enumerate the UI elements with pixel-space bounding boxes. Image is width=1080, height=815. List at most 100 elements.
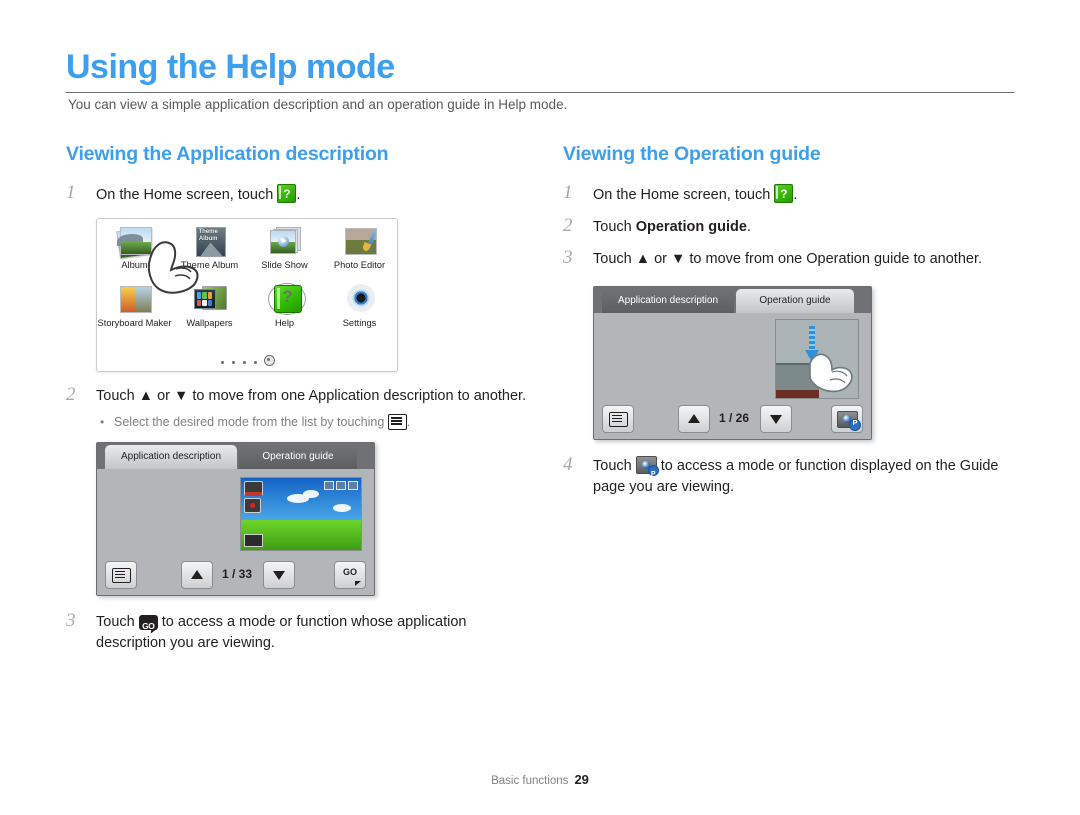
app-item-photo-editor[interactable]: Photo Editor [322, 227, 397, 271]
step-number: 2 [66, 384, 76, 405]
app-item-slide-show[interactable]: Slide Show [247, 227, 322, 271]
device-list-button[interactable] [602, 405, 634, 433]
section-heading-operation-guide: Viewing the Operation guide [563, 143, 821, 165]
sub-bullet-text: Select the desired mode from the list by… [114, 415, 385, 429]
app-label: Wallpapers [186, 318, 233, 328]
device-tab-bar: Application description Operation guide [594, 287, 871, 313]
step-number: 4 [563, 454, 573, 475]
device-list-button[interactable] [105, 561, 137, 589]
device-go-button[interactable]: GO [334, 561, 366, 589]
app-row-2: Storyboard Maker Wallpapers Help [97, 282, 397, 329]
tab-operation-guide[interactable]: Operation guide [239, 445, 357, 469]
section-heading-application-description: Viewing the Application description [66, 143, 389, 165]
device-body: 1 / 26 [594, 313, 871, 439]
tab-application-description[interactable]: Application description [602, 289, 734, 313]
step-3-right: 3 Touch ▲ or ▼ to move from one Operatio… [563, 247, 1033, 270]
app-item-album[interactable]: Album [97, 226, 172, 271]
left-column: Viewing the Application description 1 On… [66, 143, 536, 665]
app-label: Theme Album [180, 260, 239, 270]
theme-album-icon: Theme Album [193, 227, 227, 257]
page-intro: You can view a simple application descri… [68, 97, 568, 112]
wallpapers-icon [193, 285, 227, 315]
tab-application-description[interactable]: Application description [105, 445, 237, 469]
list-icon [387, 414, 407, 430]
step-text: On the Home screen, touch [96, 187, 274, 203]
app-label: Settings [342, 318, 377, 328]
hand-icon [809, 353, 853, 393]
device-up-button[interactable] [678, 405, 710, 433]
step-text: Touch [96, 614, 135, 630]
step-text-after: . [296, 187, 301, 203]
step-number: 3 [66, 610, 76, 631]
device-body: 1 / 33 GO [97, 469, 374, 595]
device-bottom-bar: 1 / 26 [594, 399, 871, 439]
step-number: 3 [563, 247, 573, 268]
album-icon [115, 226, 152, 260]
step-1-right: 1 On the Home screen, touch . [563, 182, 1033, 206]
page-footer: Basic functions 29 [0, 772, 1080, 787]
page-indicator: 1 / 26 [718, 411, 750, 425]
right-column: Viewing the Operation guide 1 On the Hom… [563, 143, 1033, 509]
device-screen-operation-guide: Application description Operation guide [593, 286, 872, 440]
app-grid: Album Theme Album Theme Album Slide Show… [97, 226, 397, 329]
operation-guide-illustration [775, 319, 859, 399]
page-indicator: 1 / 33 [221, 567, 253, 581]
step-number: 2 [563, 215, 573, 236]
app-item-storyboard-maker[interactable]: Storyboard Maker [97, 285, 172, 329]
device-screen-application-description: Application description Operation guide [96, 442, 375, 596]
app-item-theme-album[interactable]: Theme Album Theme Album [172, 227, 247, 271]
settings-icon [343, 282, 377, 315]
photo-editor-icon [343, 227, 377, 257]
app-label: Storyboard Maker [97, 318, 172, 328]
step-text-after: . [793, 187, 798, 203]
app-label: Photo Editor [333, 260, 386, 270]
device-down-button[interactable] [760, 405, 792, 433]
step-3-left: 3 Touch to access a mode or function who… [66, 610, 536, 654]
help-icon [277, 184, 297, 205]
footer-page-number: 29 [574, 772, 589, 787]
app-label: Album [121, 260, 148, 270]
device-tab-bar: Application description Operation guide [97, 443, 374, 469]
step-text: On the Home screen, touch [593, 187, 771, 203]
step-text: Touch ▲ or ▼ to move from one Operation … [593, 251, 983, 267]
app-label: Help [274, 318, 295, 328]
step-2-sub-bullet: • Select the desired mode from the list … [100, 414, 411, 430]
preview-record-icon [244, 498, 261, 513]
help-app-icon [267, 283, 306, 315]
camera-preview-thumbnail [240, 477, 362, 551]
device-bottom-bar: 1 / 33 GO [97, 555, 374, 595]
manual-page: Using the Help mode You can view a simpl… [0, 0, 1080, 815]
step-text: Touch [593, 458, 632, 474]
app-item-wallpapers[interactable]: Wallpapers [172, 285, 247, 329]
step-4-right: 4 Touch to access a mode or function dis… [563, 454, 1033, 498]
device-up-button[interactable] [181, 561, 213, 589]
step-2-right: 2 Touch Operation guide. [563, 215, 1033, 238]
storyboard-maker-icon [118, 285, 152, 315]
step-text: Touch [593, 219, 632, 235]
go-icon [138, 615, 158, 637]
tab-operation-guide[interactable]: Operation guide [736, 289, 854, 313]
app-row-1: Album Theme Album Theme Album Slide Show… [97, 226, 397, 271]
page-dots-indicator [97, 355, 397, 366]
page-title: Using the Help mode [66, 48, 395, 86]
bullet-dot: • [100, 415, 105, 429]
camera-mode-icon [635, 456, 659, 485]
app-item-settings[interactable]: Settings [322, 282, 397, 329]
step-emphasis: Operation guide [635, 219, 747, 235]
title-divider [66, 92, 1014, 93]
step-text: Touch ▲ or ▼ to move from one Applicatio… [96, 388, 527, 404]
step-number: 1 [563, 182, 573, 203]
device-down-button[interactable] [263, 561, 295, 589]
app-label: Slide Show [261, 260, 308, 270]
footer-section-label: Basic functions [491, 775, 569, 787]
slide-show-icon [268, 227, 302, 257]
device-camera-mode-button[interactable] [831, 405, 863, 433]
step-2-left: 2 Touch ▲ or ▼ to move from one Applicat… [66, 384, 536, 431]
preview-menu-icon [244, 534, 263, 547]
preview-camera-icon [244, 481, 263, 496]
step-text-after: . [746, 219, 751, 235]
app-item-help[interactable]: Help [247, 283, 322, 329]
step-number: 1 [66, 182, 76, 203]
home-screen-mockup: Album Theme Album Theme Album Slide Show… [96, 218, 398, 372]
help-icon [774, 184, 794, 205]
